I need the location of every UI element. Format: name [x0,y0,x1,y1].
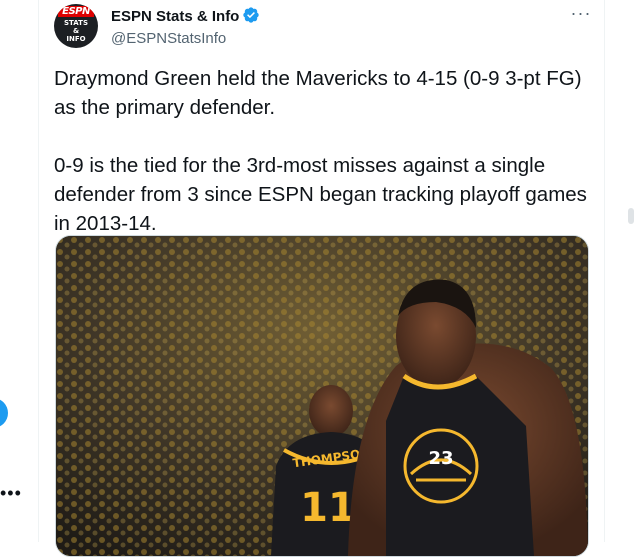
display-name[interactable]: ESPN Stats & Info [111,8,239,25]
tweet-paragraph: 0-9 is the tied for the 3rd-most misses … [54,154,593,235]
avatar-caption: STATS & INFO [64,19,88,43]
left-rail: ••• [0,0,38,542]
verified-badge-icon [242,6,260,29]
more-horizontal-icon[interactable]: ··· [569,4,593,28]
jersey-number: 23 [428,448,453,469]
tweet[interactable]: ESPN STATS & INFO ESPN Stats & Info @ESP… [39,0,604,557]
scrollbar[interactable] [628,208,634,224]
espn-logo: ESPN [58,6,94,17]
more-menu-icon[interactable]: ••• [0,484,22,502]
user-info[interactable]: ESPN Stats & Info @ESPNStatsInfo [111,6,260,49]
jersey-number: 11 [300,485,356,531]
tweet-paragraph: Draymond Green held the Mavericks to 4-1… [54,67,588,119]
basketball-photo: THOMPSON 11 23 [56,236,588,556]
user-handle[interactable]: @ESPNStatsInfo [111,29,260,49]
column-divider [604,0,605,542]
avatar[interactable]: ESPN STATS & INFO [54,4,98,48]
tweet-text: Draymond Green held the Mavericks to 4-1… [54,64,594,238]
tweet-photo[interactable]: THOMPSON 11 23 [55,235,589,557]
tweet-compose-button[interactable] [0,398,8,428]
